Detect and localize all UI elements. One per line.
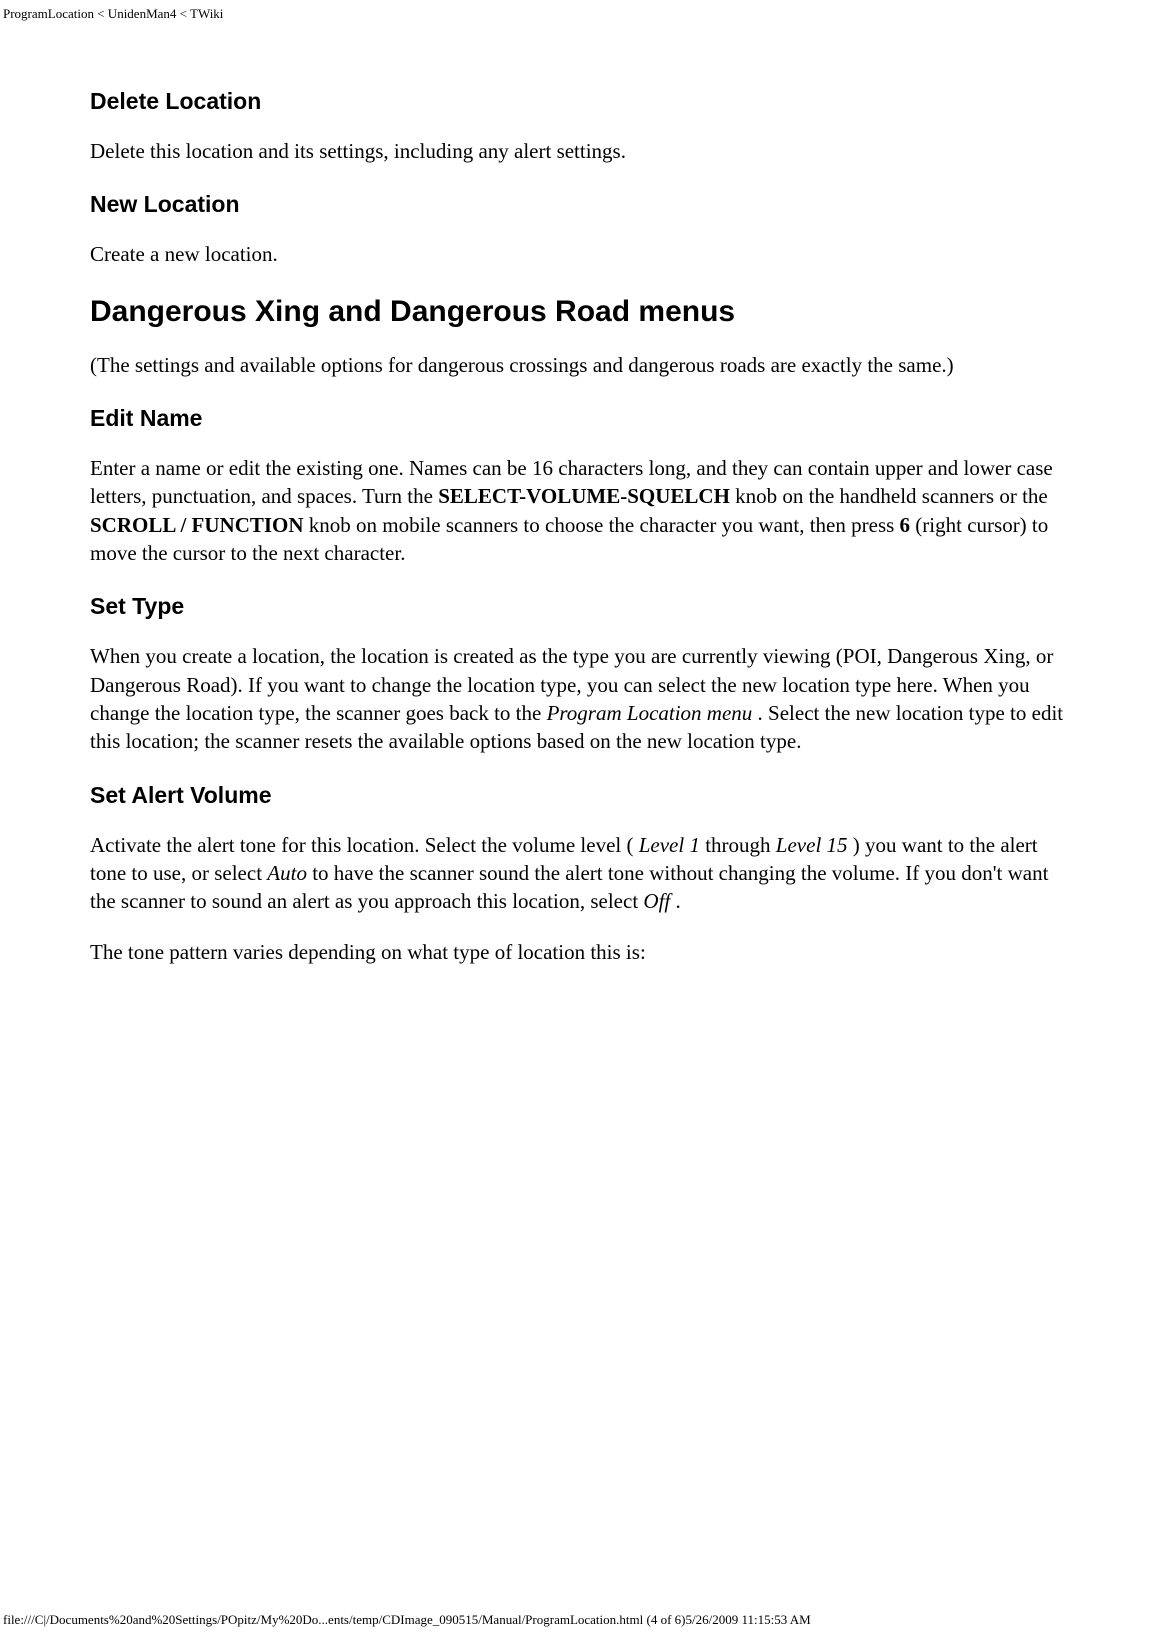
heading-edit-name: Edit Name: [90, 405, 1075, 432]
text-fragment: Activate the alert tone for this locatio…: [90, 833, 639, 857]
paragraph-dangerous-intro: (The settings and available options for …: [90, 351, 1075, 379]
italic-level-1: Level 1: [639, 833, 700, 857]
italic-auto: Auto: [267, 861, 307, 885]
text-fragment: through: [700, 833, 776, 857]
bold-key-6: 6: [900, 513, 911, 537]
bold-scroll-function: SCROLL / FUNCTION: [90, 513, 304, 537]
heading-set-type: Set Type: [90, 593, 1075, 620]
breadcrumb: ProgramLocation < UnidenMan4 < TWiki: [3, 6, 223, 21]
bold-select-volume-squelch: SELECT-VOLUME-SQUELCH: [438, 484, 730, 508]
text-fragment: knob on the handheld scanners or the: [730, 484, 1048, 508]
text-fragment: .: [670, 889, 681, 913]
italic-level-15: Level 15: [776, 833, 848, 857]
heading-set-alert-volume: Set Alert Volume: [90, 782, 1075, 809]
paragraph-new-location: Create a new location.: [90, 240, 1075, 268]
page-header: ProgramLocation < UnidenMan4 < TWiki: [0, 0, 1165, 22]
text-fragment: knob on mobile scanners to choose the ch…: [304, 513, 900, 537]
paragraph-set-alert-volume-1: Activate the alert tone for this locatio…: [90, 831, 1075, 916]
footer-path: file:///C|/Documents%20and%20Settings/PO…: [3, 1612, 811, 1627]
main-content: Delete Location Delete this location and…: [0, 22, 1165, 1008]
heading-dangerous-menus: Dangerous Xing and Dangerous Road menus: [90, 295, 1075, 329]
italic-program-location-menu: Program Location menu: [547, 701, 753, 725]
paragraph-edit-name: Enter a name or edit the existing one. N…: [90, 454, 1075, 567]
heading-delete-location: Delete Location: [90, 88, 1075, 115]
italic-off: Off: [643, 889, 670, 913]
paragraph-delete-location: Delete this location and its settings, i…: [90, 137, 1075, 165]
paragraph-set-alert-volume-2: The tone pattern varies depending on wha…: [90, 938, 1075, 966]
page-footer: file:///C|/Documents%20and%20Settings/PO…: [0, 1608, 811, 1634]
heading-new-location: New Location: [90, 191, 1075, 218]
paragraph-set-type: When you create a location, the location…: [90, 642, 1075, 755]
